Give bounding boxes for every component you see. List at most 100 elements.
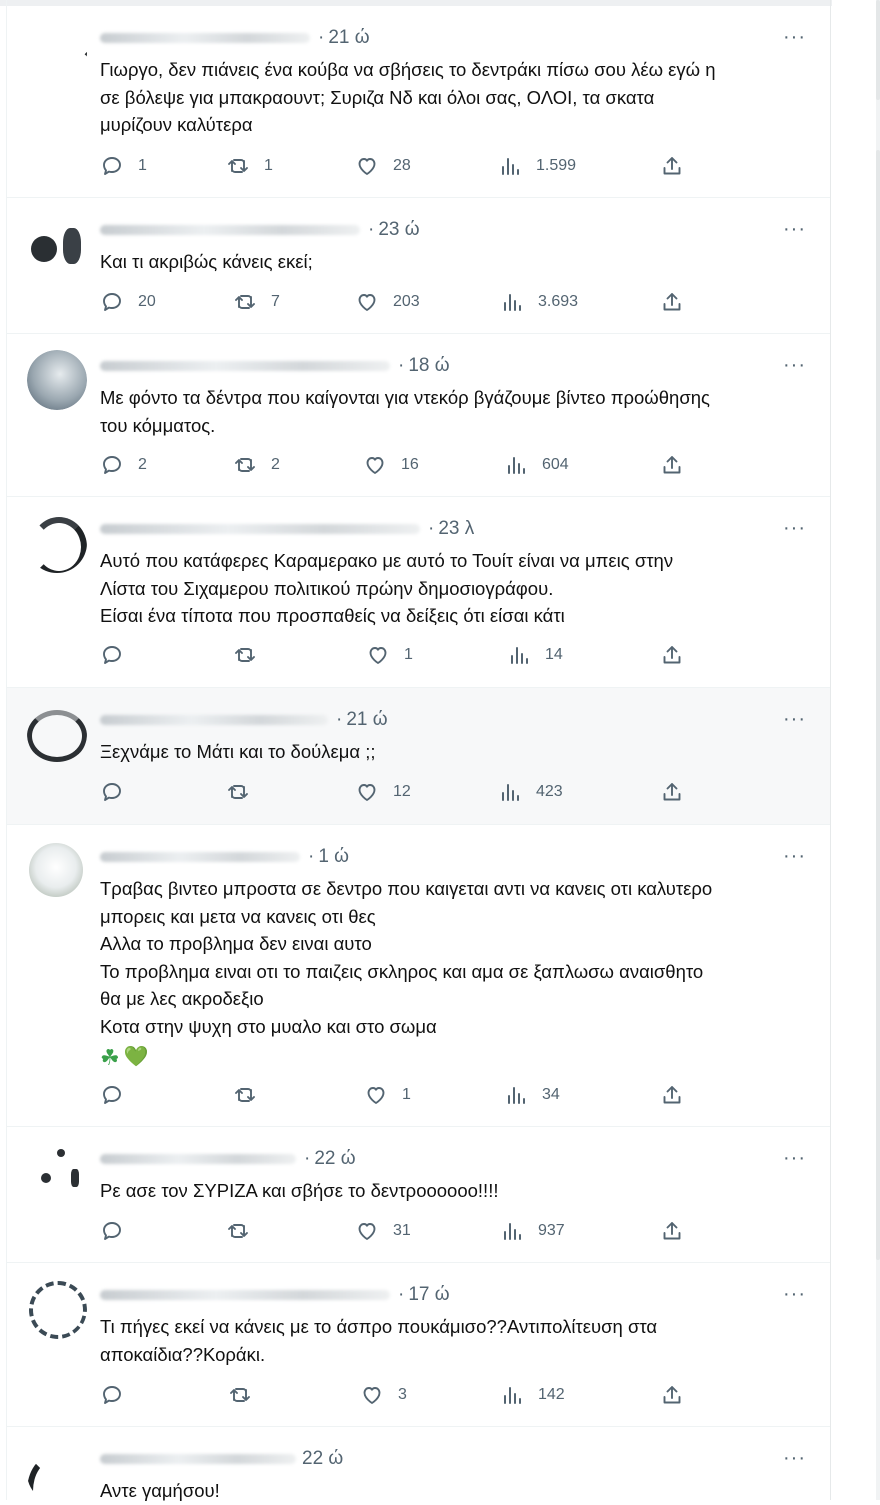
reply-tweet[interactable]: · 23 ώ ··· Και τι ακριβώς κάνεις εκεί; 2… (7, 198, 830, 334)
repost-button[interactable] (226, 1219, 264, 1243)
reply-tweet[interactable]: · 21 ώ ··· Γιωργο, δεν πιάνεις ένα κούβα… (7, 6, 830, 198)
author-name-redacted[interactable] (100, 1290, 390, 1300)
tweet-timestamp[interactable]: 21 ώ (346, 709, 387, 731)
share-icon (663, 1222, 681, 1240)
like-button[interactable]: 16 (363, 453, 419, 477)
reply-icon (103, 646, 121, 664)
tweet-timestamp[interactable]: 23 λ (438, 518, 474, 540)
avatar[interactable] (27, 22, 87, 82)
more-options-icon[interactable]: ··· (783, 518, 806, 538)
like-button[interactable]: 1 (366, 643, 413, 667)
reply-tweet[interactable]: · 21 ώ ··· Ξεχνάμε το Μάτι και το δούλεμ… (7, 688, 830, 825)
tweet-header: · 23 λ (100, 517, 474, 541)
repost-button[interactable] (233, 643, 271, 667)
author-name-redacted[interactable] (100, 1454, 296, 1464)
repost-button[interactable] (228, 1383, 266, 1407)
like-button[interactable]: 203 (355, 290, 420, 314)
share-button[interactable] (660, 643, 684, 667)
author-name-redacted[interactable] (100, 1154, 296, 1164)
views-chart-icon (502, 784, 519, 801)
views-button[interactable]: 142 (500, 1383, 565, 1407)
tweet-timestamp[interactable]: 22 ώ (314, 1148, 355, 1170)
like-button[interactable]: 31 (355, 1219, 411, 1243)
reply-button[interactable] (100, 780, 138, 804)
author-name-redacted[interactable] (100, 852, 300, 862)
share-button[interactable] (660, 154, 684, 178)
more-options-icon[interactable]: ··· (783, 1448, 806, 1468)
repost-button[interactable]: 2 (233, 453, 280, 477)
avatar[interactable] (27, 350, 87, 410)
views-count: 604 (542, 456, 569, 473)
like-button[interactable]: 3 (360, 1383, 407, 1407)
like-button[interactable]: 12 (355, 780, 411, 804)
reply-tweet[interactable]: · 1 ώ ··· Τραβας βιντεο μπροστα σε δεντρ… (7, 825, 830, 1127)
author-name-redacted[interactable] (100, 715, 328, 725)
reply-button[interactable] (100, 643, 138, 667)
views-button[interactable]: 34 (504, 1083, 560, 1107)
more-options-icon[interactable]: ··· (783, 355, 806, 375)
reply-button[interactable] (100, 1219, 138, 1243)
tweet-timestamp[interactable]: 18 ώ (408, 355, 449, 377)
more-options-icon[interactable]: ··· (783, 846, 806, 866)
more-options-icon[interactable]: ··· (783, 1148, 806, 1168)
avatar[interactable] (27, 841, 87, 901)
tweet-header: 22 ώ (100, 1447, 343, 1471)
reply-button[interactable]: 1 (100, 154, 147, 178)
views-button[interactable]: 3.693 (500, 290, 578, 314)
share-button[interactable] (660, 780, 684, 804)
text-line: Το προβλημα ειναι οτι το παιζεις σκληρος… (100, 960, 704, 982)
reply-count: 1 (138, 157, 147, 174)
share-button[interactable] (660, 290, 684, 314)
repost-button[interactable] (233, 1083, 271, 1107)
views-button[interactable]: 604 (504, 453, 569, 477)
author-name-redacted[interactable] (100, 524, 420, 534)
reply-button[interactable] (100, 1383, 138, 1407)
reply-tweet[interactable]: · 17 ώ ··· Τι πήγες εκεί να κάνεις με το… (7, 1263, 830, 1427)
share-button[interactable] (660, 1383, 684, 1407)
author-name-redacted[interactable] (100, 33, 310, 43)
author-name-redacted[interactable] (100, 225, 360, 235)
views-button[interactable]: 14 (507, 643, 563, 667)
avatar[interactable] (27, 513, 87, 573)
author-name-redacted[interactable] (100, 361, 390, 371)
tweet-actions: 20 7 203 3.693 (100, 290, 700, 316)
reply-tweet[interactable]: · 18 ώ ··· Με φόντο τα δέντρα που καίγον… (7, 334, 830, 497)
text-line: Λίστα του Σιχαμερου πολιτικού πρώην δημο… (100, 577, 554, 599)
repost-button[interactable]: 1 (226, 154, 273, 178)
reply-tweet[interactable]: · 22 ώ ··· Ρε ασε τον ΣΥΡΙΖΑ και σβήσε τ… (7, 1127, 830, 1263)
views-button[interactable]: 1.599 (498, 154, 576, 178)
more-options-icon[interactable]: ··· (783, 27, 806, 47)
reply-button[interactable]: 20 (100, 290, 156, 314)
share-button[interactable] (660, 1083, 684, 1107)
tweet-timestamp[interactable]: 17 ώ (408, 1284, 449, 1306)
repost-button[interactable] (226, 780, 264, 804)
reply-tweet[interactable]: · 23 λ ··· Αυτό που κατάφερες Καραμερακο… (7, 497, 830, 688)
avatar[interactable] (27, 214, 87, 274)
tweet-timestamp[interactable]: 21 ώ (328, 27, 369, 49)
avatar[interactable] (27, 1143, 87, 1203)
avatar[interactable] (27, 704, 87, 764)
views-button[interactable]: 937 (500, 1219, 565, 1243)
tweet-timestamp[interactable]: 1 ώ (318, 846, 349, 868)
share-button[interactable] (660, 453, 684, 477)
share-button[interactable] (660, 1219, 684, 1243)
reply-button[interactable] (100, 1083, 138, 1107)
tweet-timestamp[interactable]: 22 ώ (302, 1448, 343, 1470)
like-button[interactable]: 1 (364, 1083, 411, 1107)
heart-icon (358, 158, 376, 175)
more-options-icon[interactable]: ··· (783, 709, 806, 729)
reply-tweet[interactable]: 22 ώ ··· Αντε γαμήσου! (7, 1427, 830, 1503)
like-button[interactable]: 28 (355, 154, 411, 178)
heart-icon (363, 1387, 381, 1404)
more-options-icon[interactable]: ··· (783, 219, 806, 239)
heart-icon (358, 784, 376, 801)
avatar[interactable] (27, 1279, 87, 1339)
tweet-timestamp[interactable]: 23 ώ (378, 219, 419, 241)
reply-button[interactable]: 2 (100, 453, 147, 477)
reply-icon (103, 1222, 121, 1240)
more-options-icon[interactable]: ··· (783, 1284, 806, 1304)
views-count: 14 (545, 646, 563, 663)
avatar[interactable] (27, 1443, 87, 1503)
repost-button[interactable]: 7 (233, 290, 280, 314)
views-button[interactable]: 423 (498, 780, 563, 804)
